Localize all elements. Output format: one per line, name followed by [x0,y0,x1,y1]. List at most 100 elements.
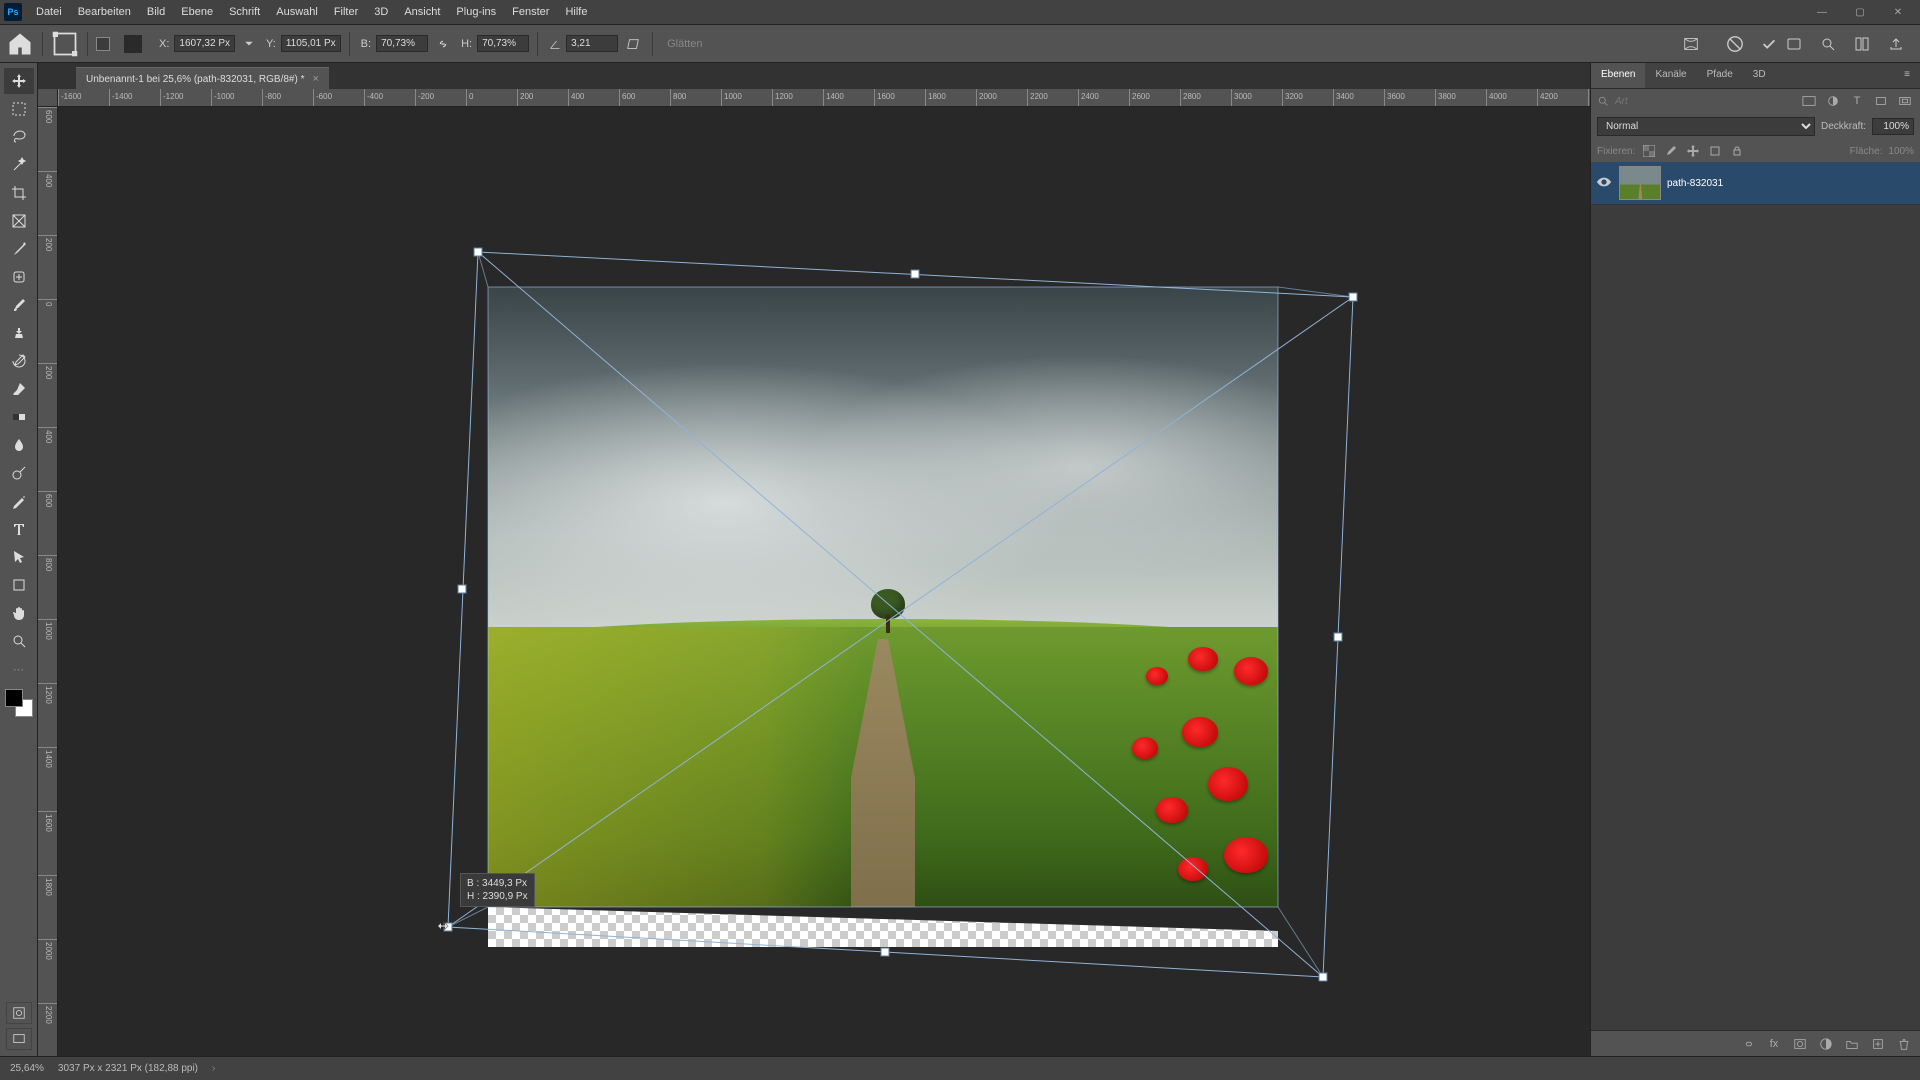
filter-shape-icon[interactable] [1872,93,1890,109]
clone-stamp-tool[interactable] [4,320,34,346]
share-icon[interactable] [1886,34,1906,54]
opacity-value[interactable]: 100% [1872,118,1914,135]
menu-schrift[interactable]: Schrift [221,2,268,22]
path-selection-tool[interactable] [4,544,34,570]
menu-filter[interactable]: Filter [326,2,366,22]
transform-tool-icon[interactable] [51,30,79,58]
pen-tool[interactable] [4,488,34,514]
brush-tool[interactable] [4,292,34,318]
ruler-v-tick: 600 [38,491,58,507]
layer-filter-input[interactable] [1615,96,1794,107]
delete-layer-icon[interactable] [1896,1036,1912,1052]
x-value[interactable]: 1607,32 Px [174,35,235,52]
zoom-level[interactable]: 25,64% [10,1063,44,1074]
history-brush-tool[interactable] [4,348,34,374]
tab-pfade[interactable]: Pfade [1697,63,1743,88]
lock-artboard-icon[interactable] [1707,144,1723,158]
screen-mode-icon[interactable] [6,1028,32,1050]
menu-bild[interactable]: Bild [139,2,173,22]
gradient-tool[interactable] [4,404,34,430]
canvas-viewport[interactable]: B : 3449,3 Px H : 2390,9 Px [58,107,1590,1056]
link-wh-icon[interactable] [432,37,454,51]
commit-transform-icon[interactable] [1758,33,1780,55]
swap-xy-icon[interactable] [239,38,259,50]
eraser-tool[interactable] [4,376,34,402]
layer-mask-icon[interactable] [1792,1036,1808,1052]
color-swatches[interactable] [5,689,33,717]
group-icon[interactable] [1844,1036,1860,1052]
document-tabs: Unbenannt-1 bei 25,6% (path-832031, RGB/… [38,63,1590,89]
layer-name[interactable]: path-832031 [1667,178,1723,189]
ruler-v-tick: 1600 [38,811,58,832]
zoom-tool[interactable] [4,628,34,654]
filter-pixel-icon[interactable] [1800,93,1818,109]
fill-value[interactable]: 100% [1888,146,1914,157]
cloud-docs-icon[interactable] [1784,34,1804,54]
foreground-color-swatch[interactable] [5,689,23,707]
edit-toolbar-icon[interactable]: ⋯ [4,656,34,682]
document-dimensions[interactable]: 3037 Px x 2321 Px (182,88 ppi) [58,1063,198,1074]
warp-mode-icon[interactable] [1682,35,1700,53]
workspace-icon[interactable] [1852,34,1872,54]
menu-auswahl[interactable]: Auswahl [268,2,326,22]
move-tool[interactable] [4,68,34,94]
reference-point-grid[interactable] [124,35,142,53]
adjustment-layer-icon[interactable] [1818,1036,1834,1052]
h-value[interactable]: 70,73% [477,35,529,52]
layer-thumbnail[interactable] [1619,166,1661,200]
menu-fenster[interactable]: Fenster [504,2,557,22]
menu-datei[interactable]: Datei [28,2,70,22]
shape-tool[interactable] [4,572,34,598]
lock-transparency-icon[interactable] [1641,144,1657,158]
marquee-tool[interactable] [4,96,34,122]
quick-mask-icon[interactable] [6,1002,32,1024]
angle-value[interactable]: 3,21 [566,35,618,52]
lasso-tool[interactable] [4,124,34,150]
cancel-transform-icon[interactable] [1724,33,1746,55]
tab-3d[interactable]: 3D [1743,63,1776,88]
y-value[interactable]: 1105,01 Px [281,35,341,52]
hand-tool[interactable] [4,600,34,626]
layer-style-icon[interactable]: fx [1766,1036,1782,1052]
magic-wand-tool[interactable] [4,152,34,178]
frame-tool[interactable] [4,208,34,234]
lock-pixels-icon[interactable] [1663,144,1679,158]
menu-bearbeiten[interactable]: Bearbeiten [70,2,139,22]
panel-menu-icon[interactable]: ≡ [1894,63,1920,88]
menu-ansicht[interactable]: Ansicht [396,2,448,22]
window-maximize-icon[interactable]: ▢ [1842,2,1878,22]
layer-visibility-icon[interactable] [1597,177,1613,190]
filter-adjustment-icon[interactable] [1824,93,1842,109]
blend-mode-select[interactable]: Normal [1597,117,1815,136]
filter-smart-icon[interactable] [1896,93,1914,109]
layer-row[interactable]: path-832031 [1591,162,1920,205]
window-minimize-icon[interactable]: — [1804,2,1840,22]
document-tab[interactable]: Unbenannt-1 bei 25,6% (path-832031, RGB/… [76,67,329,89]
menu-plugins[interactable]: Plug-ins [448,2,504,22]
home-icon[interactable] [6,30,34,58]
menu-hilfe[interactable]: Hilfe [557,2,595,22]
menu-3d[interactable]: 3D [366,2,396,22]
crop-tool[interactable] [4,180,34,206]
eyedropper-tool[interactable] [4,236,34,262]
blur-tool[interactable] [4,432,34,458]
tab-kanaele[interactable]: Kanäle [1645,63,1696,88]
new-layer-icon[interactable] [1870,1036,1886,1052]
menu-ebene[interactable]: Ebene [173,2,221,22]
skew-icon[interactable] [622,37,644,51]
healing-brush-tool[interactable] [4,264,34,290]
close-tab-icon[interactable]: × [312,73,318,85]
tab-ebenen[interactable]: Ebenen [1591,63,1645,88]
dodge-tool[interactable] [4,460,34,486]
reference-point-toggle[interactable] [96,37,110,51]
lock-all-icon[interactable] [1729,144,1745,158]
options-bar: X: 1607,32 Px Y: 1105,01 Px B: 70,73% H:… [0,25,1920,63]
lock-position-icon[interactable] [1685,144,1701,158]
filter-type-icon[interactable]: T [1848,93,1866,109]
type-tool[interactable] [4,516,34,542]
w-value[interactable]: 70,73% [376,35,428,52]
search-icon[interactable] [1818,34,1838,54]
window-close-icon[interactable]: ✕ [1880,2,1916,22]
status-chevron-icon[interactable]: › [212,1063,215,1074]
link-layers-icon[interactable] [1740,1036,1756,1052]
